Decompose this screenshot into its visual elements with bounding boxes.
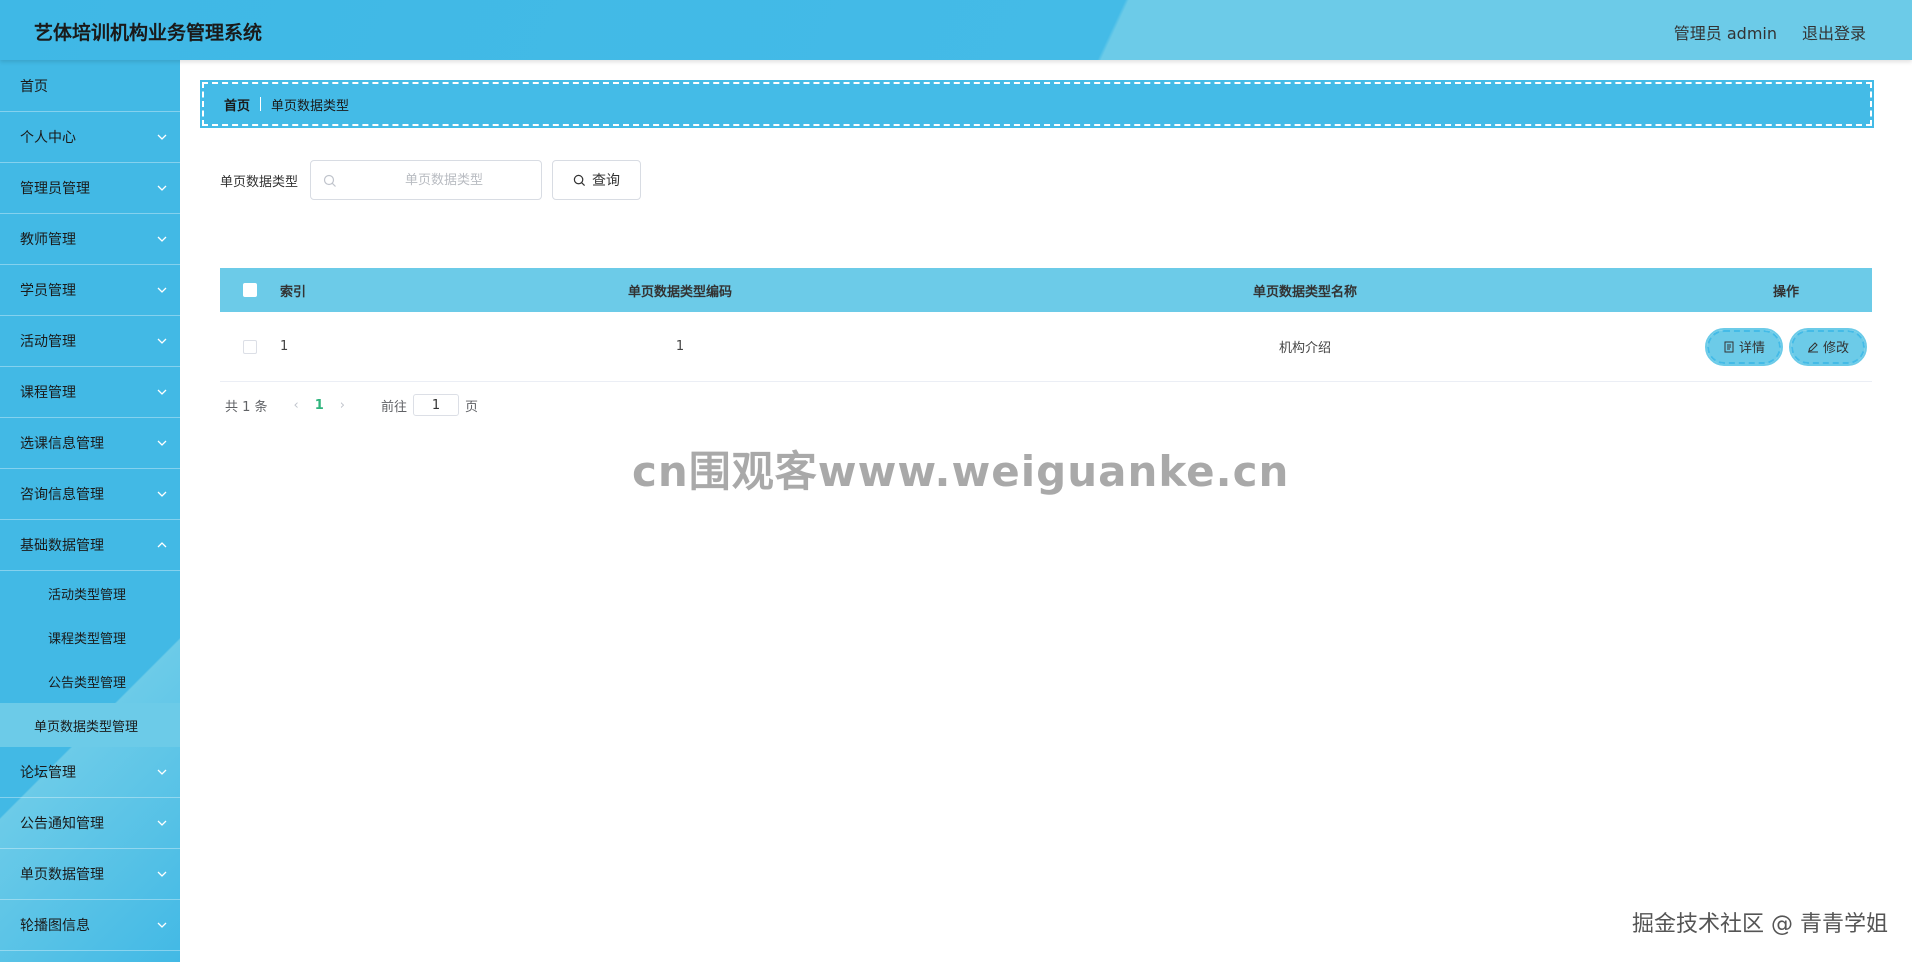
- sidebar-subitem-single-page-type[interactable]: 单页数据类型管理: [0, 703, 180, 747]
- sidebar-item-activity[interactable]: 活动管理: [0, 316, 180, 367]
- sidebar-item-label: 轮播图信息: [20, 918, 90, 934]
- goto-unit: 页: [465, 399, 479, 415]
- breadcrumb: 首页 单页数据类型: [200, 80, 1874, 128]
- breadcrumb-separator: [260, 97, 262, 111]
- sidebar-item-enrollment[interactable]: 选课信息管理: [0, 418, 180, 469]
- breadcrumb-current: 单页数据类型: [271, 98, 350, 114]
- column-header-name: 单页数据类型名称: [1252, 284, 1357, 300]
- breadcrumb-home[interactable]: 首页: [224, 95, 250, 114]
- chevron-up-icon: [157, 542, 167, 548]
- sidebar-item-course[interactable]: 课程管理: [0, 367, 180, 418]
- sidebar-item-admin[interactable]: 管理员管理: [0, 163, 180, 214]
- sidebar-item-label: 公告通知管理: [20, 816, 104, 832]
- next-page-icon[interactable]: ›: [340, 398, 345, 413]
- goto-label: 前往: [381, 399, 408, 415]
- center-watermark: cn围观客www.weiguanke.cn: [632, 447, 1290, 496]
- cell-name: 机构介绍: [1278, 341, 1331, 356]
- query-button[interactable]: 查询: [552, 160, 642, 200]
- column-header-actions: 操作: [1772, 284, 1799, 300]
- cell-code: 1: [675, 339, 685, 354]
- admin-label: 管理员 admin: [1673, 24, 1777, 43]
- sidebar-subitem-label: 公告类型管理: [48, 675, 127, 691]
- sidebar-item-label: 课程管理: [20, 385, 76, 401]
- sidebar-item-label: 个人中心: [20, 130, 76, 146]
- page-number[interactable]: 1: [315, 398, 324, 413]
- main-content: 首页 单页数据类型 单页数据类型 查询 索引 单页数据类型编码: [180, 60, 1912, 962]
- sidebar-subitem-label: 活动类型管理: [48, 587, 127, 603]
- goto-page-input[interactable]: [413, 394, 460, 416]
- edit-button-label: 修改: [1823, 341, 1850, 356]
- detail-button[interactable]: 详情: [1704, 327, 1784, 366]
- sidebar-item-label: 咨询信息管理: [20, 487, 104, 503]
- search-icon: [323, 174, 336, 187]
- row-checkbox[interactable]: [243, 339, 257, 354]
- top-header: 艺体培训机构业务管理系统 管理员 admin 退出登录: [0, 0, 1912, 60]
- sidebar-item-label: 教师管理: [20, 232, 76, 248]
- chevron-down-icon: [157, 287, 167, 293]
- query-button-label: 查询: [592, 173, 621, 189]
- sidebar-item-teacher[interactable]: 教师管理: [0, 214, 180, 265]
- chevron-down-icon: [157, 185, 167, 191]
- chevron-down-icon: [157, 820, 167, 826]
- sidebar-item-profile[interactable]: 个人中心: [0, 112, 180, 163]
- prev-page-icon[interactable]: ‹: [294, 398, 299, 413]
- select-all-checkbox[interactable]: [243, 283, 257, 297]
- sidebar-item-notice[interactable]: 公告通知管理: [0, 798, 180, 849]
- logout-link[interactable]: 退出登录: [1802, 20, 1866, 44]
- sidebar-item-forum[interactable]: 论坛管理: [0, 747, 180, 798]
- sidebar-item-label: 基础数据管理: [20, 538, 104, 554]
- search-icon: [573, 174, 586, 186]
- sidebar: 首页 个人中心 管理员管理 教师管理 学员管理 活动管理 课程管理 选课信息管理…: [0, 60, 180, 962]
- sidebar-item-label: 首页: [20, 78, 48, 95]
- chevron-down-icon: [157, 922, 167, 928]
- app-title: 艺体培训机构业务管理系统: [34, 22, 263, 44]
- chevron-down-icon: [157, 491, 167, 497]
- corner-watermark: 掘金技术社区 @ 青青学姐: [1632, 912, 1888, 937]
- search-form: 单页数据类型 查询: [220, 160, 642, 200]
- header-checkbox-cell: [220, 283, 280, 297]
- detail-button-label: 详情: [1738, 341, 1765, 356]
- pagination-total: 共 1 条: [225, 399, 268, 415]
- chevron-down-icon: [157, 389, 167, 395]
- row-checkbox-cell: [220, 339, 280, 354]
- edit-button[interactable]: 修改: [1788, 327, 1868, 366]
- sidebar-item-label: 管理员管理: [20, 181, 90, 197]
- sidebar-subitem-notice-type[interactable]: 公告类型管理: [0, 659, 180, 703]
- sidebar-item-label: 选课信息管理: [20, 436, 104, 452]
- cell-index: 1: [280, 339, 289, 354]
- chevron-down-icon: [157, 871, 167, 877]
- search-box: [310, 160, 543, 200]
- sidebar-item-student[interactable]: 学员管理: [0, 265, 180, 316]
- sidebar-item-label: 单页数据管理: [20, 867, 104, 883]
- sidebar-subitem-label: 单页数据类型管理: [34, 719, 139, 735]
- cell-actions: 详情 修改: [1700, 327, 1872, 366]
- search-input[interactable]: [311, 161, 542, 199]
- chevron-down-icon: [157, 134, 167, 140]
- sidebar-subitem-course-type[interactable]: 课程类型管理: [0, 615, 180, 659]
- sidebar-subitem-label: 课程类型管理: [48, 631, 127, 647]
- sidebar-item-single-page[interactable]: 单页数据管理: [0, 849, 180, 900]
- sidebar-item-label: 活动管理: [20, 334, 76, 350]
- sidebar-subitem-activity-type[interactable]: 活动类型管理: [0, 571, 180, 615]
- pagination: 共 1 条 ‹ 1 › 前往 页: [225, 394, 478, 416]
- table-row: 1 1 机构介绍 详情 修改: [220, 312, 1872, 382]
- sidebar-item-carousel[interactable]: 轮播图信息: [0, 900, 180, 951]
- column-header-index: 索引: [280, 284, 307, 300]
- chevron-down-icon: [157, 338, 167, 344]
- search-label: 单页数据类型: [220, 174, 299, 190]
- document-icon: [1724, 341, 1734, 352]
- column-header-code: 单页数据类型编码: [627, 284, 732, 300]
- chevron-down-icon: [157, 769, 167, 775]
- sidebar-item-label: 学员管理: [20, 283, 76, 299]
- sidebar-item-home[interactable]: 首页: [0, 60, 180, 112]
- sidebar-item-label: 论坛管理: [20, 765, 76, 781]
- data-table: 索引 单页数据类型编码 单页数据类型名称 操作 1 1 机构介绍 详情 修改: [220, 268, 1872, 382]
- table-header: 索引 单页数据类型编码 单页数据类型名称 操作: [220, 268, 1872, 312]
- sidebar-item-base-data[interactable]: 基础数据管理: [0, 520, 180, 571]
- chevron-down-icon: [157, 236, 167, 242]
- edit-icon: [1808, 341, 1818, 352]
- chevron-down-icon: [157, 440, 167, 446]
- sidebar-item-consult[interactable]: 咨询信息管理: [0, 469, 180, 520]
